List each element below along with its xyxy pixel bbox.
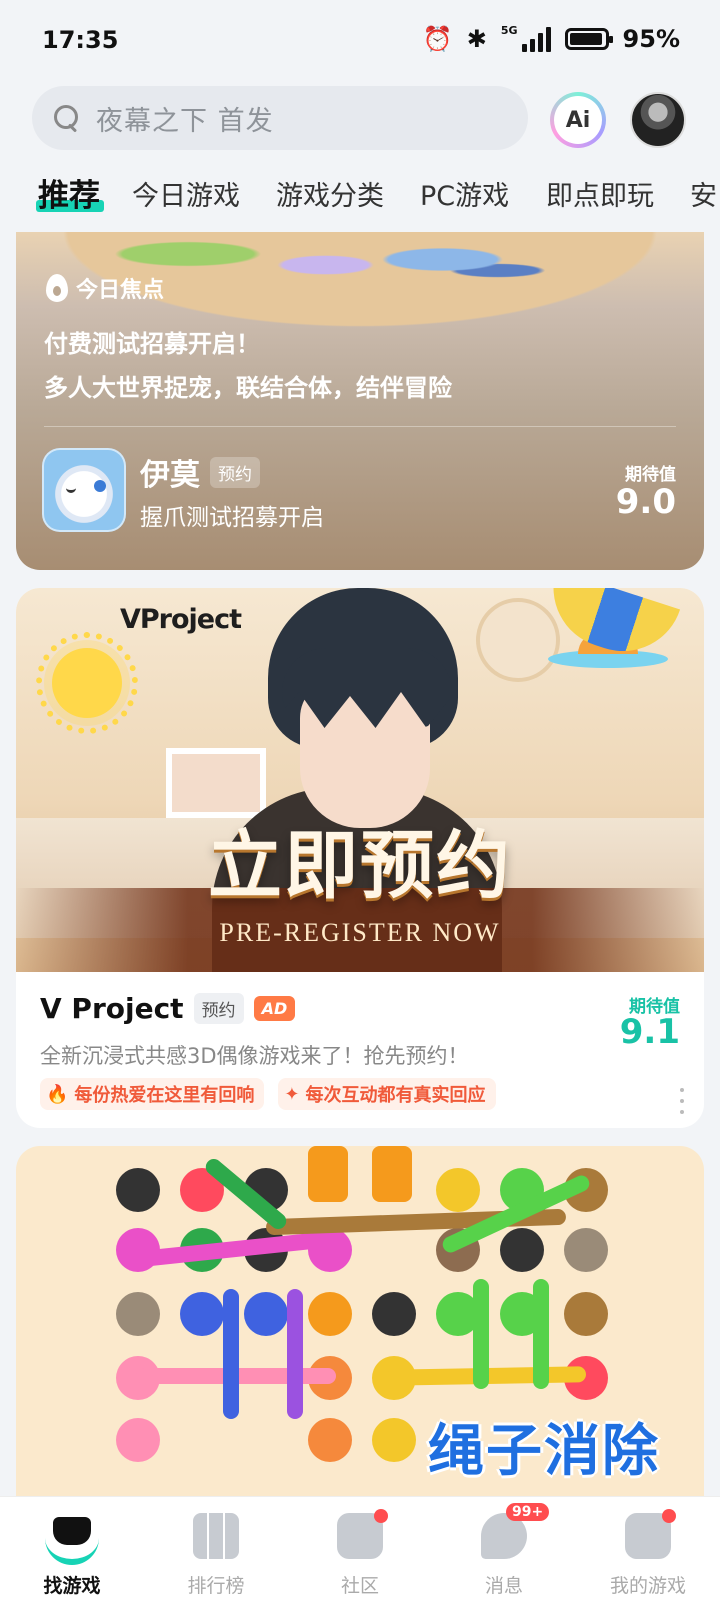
ranking-icon [193, 1513, 239, 1559]
yimo-game-icon[interactable] [42, 448, 126, 532]
feature-chip: 🔥 每份热爱在这里有回响 [40, 1078, 265, 1110]
sparkle-icon: ✦ [284, 1083, 300, 1105]
reserve-tag: 预约 [210, 457, 260, 488]
search-input[interactable]: 夜幕之下 首发 [32, 86, 528, 150]
game-title: 伊莫 预约 [140, 450, 260, 494]
rope-game-title: 绳子消除 [428, 1419, 660, 1484]
rope-game-card[interactable]: 绳子消除 [16, 1146, 704, 1496]
status-icons: ⏰ ✱ 5G 95% [423, 24, 680, 54]
nav-my-games[interactable]: 我的游戏 [576, 1497, 720, 1608]
nav-find-games[interactable]: 找游戏 [0, 1497, 144, 1608]
nav-ranking[interactable]: 排行榜 [144, 1497, 288, 1608]
reserve-tag: 预约 [193, 993, 244, 1024]
status-time: 17:35 [42, 26, 119, 54]
flame-icon: 🔥 [46, 1083, 69, 1105]
ai-assistant-button[interactable]: Ai [550, 92, 606, 148]
signal-icon [521, 26, 551, 52]
spotlight-section-label: 今日焦点 [46, 272, 164, 304]
preregister-cta: 立即预约 [208, 823, 512, 909]
ad-game-card[interactable]: VProject 立即预约 PRE-REGISTER NOW V Project… [16, 588, 704, 1128]
divider [44, 426, 676, 427]
find-game-icon [45, 1513, 99, 1565]
search-placeholder: 夜幕之下 首发 [96, 105, 274, 137]
ad-badge: AD [253, 996, 296, 1021]
preregister-subtitle: PRE-REGISTER NOW [219, 918, 501, 947]
island-art [548, 632, 668, 668]
tab-game-categories[interactable]: 游戏分类 [276, 174, 384, 213]
my-games-notification-dot [662, 1509, 676, 1523]
status-bar: 17:35 ⏰ ✱ 5G 95% [0, 0, 720, 80]
bluetooth-icon: ✱ [466, 25, 487, 53]
more-options-icon[interactable] [674, 1088, 690, 1114]
tab-instant-play[interactable]: 即点即玩 [546, 174, 654, 213]
ad-game-description: 全新沉浸式共感3D偶像游戏来了！抢先预约！ [40, 1044, 469, 1068]
nav-messages[interactable]: 99+ 消息 [432, 1497, 576, 1608]
nav-community[interactable]: 社区 [288, 1497, 432, 1608]
spotlight-headline: 付费测试招募开启！ 多人大世界捉宠，联结合体，结伴冒险 [44, 330, 452, 402]
feature-chip: ✦ 每次互动都有真实回应 [278, 1078, 496, 1110]
ad-game-title: V Project 预约 AD [40, 992, 296, 1025]
tab-today-games[interactable]: 今日游戏 [132, 174, 240, 213]
tab-pc-games[interactable]: PC游戏 [420, 174, 509, 213]
ai-label: Ai [554, 96, 602, 144]
category-tabs: 推荐 今日游戏 游戏分类 PC游戏 即点即玩 安 [0, 168, 720, 224]
search-icon [54, 105, 80, 131]
alarm-icon: ⏰ [422, 25, 453, 53]
message-count-badge: 99+ [506, 1503, 550, 1521]
bottom-nav: 找游戏 排行榜 社区 99+ 消息 我的游戏 [0, 1496, 720, 1608]
battery-level: 95% [622, 25, 680, 53]
sun-icon [52, 648, 122, 718]
tab-more[interactable]: 安 [690, 174, 717, 213]
network-type: 5G [500, 24, 518, 37]
battery-icon [564, 28, 613, 50]
expectation-score: 9.0 [615, 482, 676, 522]
feature-chips: 🔥 每份热爱在这里有回响 ✦ 每次互动都有真实回应 [40, 1078, 496, 1110]
tab-recommend[interactable]: 推荐 [38, 170, 100, 215]
expectation-score: 9.1 [619, 1012, 680, 1052]
vproject-banner[interactable]: VProject 立即预约 PRE-REGISTER NOW [16, 588, 704, 972]
community-notification-dot [374, 1509, 388, 1523]
user-avatar[interactable] [630, 92, 686, 148]
flame-drop-icon [46, 274, 68, 302]
game-description: 握爪测试招募开启 [140, 505, 324, 531]
spotlight-card[interactable]: 今日焦点 付费测试招募开启！ 多人大世界捉宠，联结合体，结伴冒险 伊莫 预约 握爪… [16, 232, 704, 570]
